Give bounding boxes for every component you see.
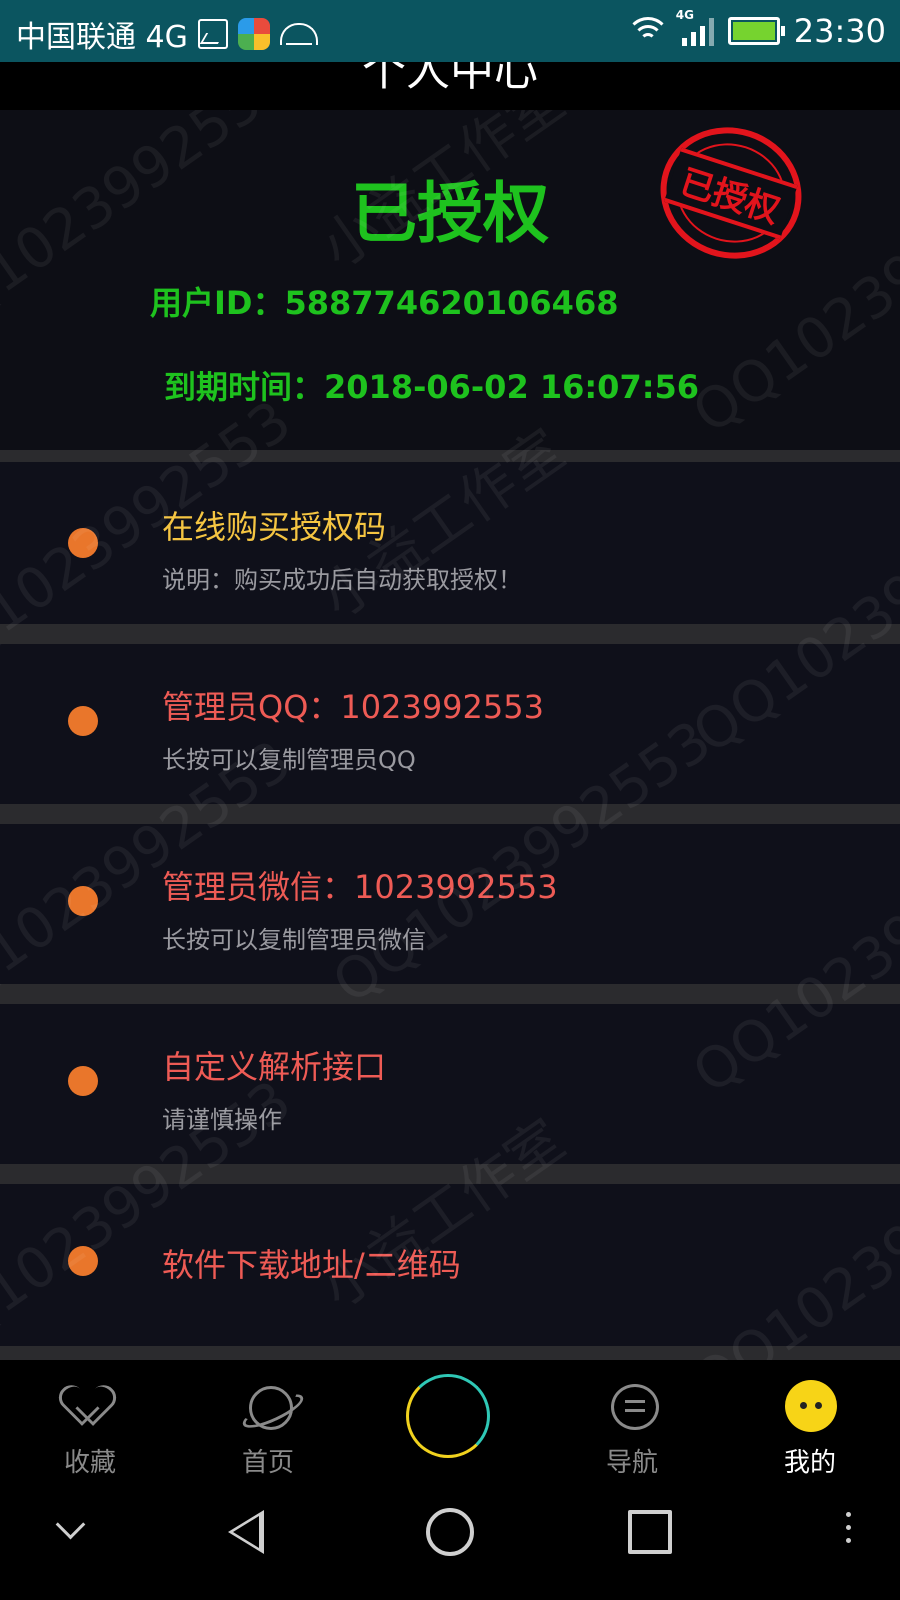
- user-id-label: 用户ID：: [150, 284, 285, 322]
- menu-item-title: 自定义解析接口: [162, 1048, 387, 1086]
- authorization-header: 已授权 已授权 用户ID：588774620106468 到期时间：2018-0…: [0, 109, 900, 450]
- menu-item-admin-wechat[interactable]: 管理员微信：1023992553 长按可以复制管理员微信: [0, 824, 900, 984]
- battery-icon: [727, 17, 785, 45]
- signal-icon: 4G: [676, 8, 714, 46]
- expire-label: 到期时间：: [164, 368, 325, 406]
- tab-favorites[interactable]: 收藏: [20, 1360, 160, 1480]
- tab-label: 首页: [241, 1448, 294, 1478]
- bullet-dot-icon: [68, 1246, 98, 1276]
- menu-item-custom-parse-api[interactable]: 自定义解析接口 请谨慎操作: [0, 1004, 900, 1164]
- network-badge: 4G: [675, 8, 694, 22]
- menu-item-download[interactable]: 软件下载地址/二维码: [0, 1184, 900, 1346]
- stamp-text: 已授权: [664, 147, 798, 239]
- tab-label: 我的: [783, 1448, 836, 1478]
- recent-apps-icon[interactable]: [628, 1510, 672, 1554]
- bullet-dot-icon: [68, 886, 98, 916]
- colorful-app-icon: [237, 18, 270, 50]
- status-bar-left: 中国联通 4G: [16, 12, 318, 56]
- status-bar-right: 4G 23:30: [625, 8, 886, 50]
- chevron-down-icon[interactable]: [55, 1509, 86, 1540]
- menu-item-subtitle: 请谨慎操作: [162, 1106, 282, 1134]
- face-icon: [785, 1380, 837, 1432]
- menu-item-subtitle: 说明：购买成功后自动获取授权！: [162, 566, 522, 594]
- tab-mine[interactable]: 我的: [740, 1360, 880, 1480]
- planet-icon: [243, 1380, 293, 1430]
- heart-icon: [65, 1380, 115, 1430]
- user-id-row: 用户ID：588774620106468: [150, 278, 618, 324]
- menu-item-title: 管理员QQ：1023992553: [162, 688, 544, 726]
- bullet-dot-icon: [68, 706, 98, 736]
- android-icon: [279, 23, 318, 45]
- divider: [0, 450, 900, 462]
- divider: [0, 1164, 900, 1184]
- divider: [0, 624, 900, 644]
- clock: 23:30: [793, 12, 886, 50]
- tab-home[interactable]: 首页: [198, 1360, 338, 1480]
- divider: [0, 1346, 900, 1360]
- menu-item-title: 软件下载地址/二维码: [162, 1246, 461, 1284]
- image-icon: [197, 19, 228, 49]
- home-icon[interactable]: [426, 1508, 474, 1556]
- tab-label: 收藏: [63, 1448, 116, 1478]
- menu-item-title: 管理员微信：1023992553: [162, 868, 558, 906]
- system-nav-bar: [0, 1480, 900, 1600]
- menu-item-admin-qq[interactable]: 管理员QQ：1023992553 长按可以复制管理员QQ: [0, 644, 900, 804]
- menu-item-subtitle: 长按可以复制管理员QQ: [162, 746, 416, 774]
- expire-row: 到期时间：2018-06-02 16:07:56: [164, 362, 699, 408]
- back-icon[interactable]: [228, 1510, 264, 1554]
- user-id-value: 588774620106468: [284, 284, 619, 322]
- divider: [0, 984, 900, 1004]
- tab-navigation[interactable]: 导航: [562, 1360, 702, 1480]
- title-bar: 个人中心: [0, 62, 900, 110]
- wifi-icon: [625, 15, 670, 47]
- carrier-label: 中国联通 4G: [16, 20, 188, 55]
- status-bar: 中国联通 4G 4G 23:30: [0, 0, 900, 62]
- menu-item-subtitle: 长按可以复制管理员微信: [162, 926, 426, 954]
- more-vertical-icon[interactable]: [846, 1512, 851, 1548]
- chat-list-icon: [607, 1380, 659, 1430]
- tab-label: 导航: [605, 1448, 658, 1478]
- menu-item-buy-license[interactable]: 在线购买授权码 说明：购买成功后自动获取授权！: [0, 462, 900, 624]
- bullet-dot-icon: [68, 528, 98, 558]
- expire-value: 2018-06-02 16:07:56: [324, 368, 700, 406]
- page-title: 个人中心: [362, 62, 538, 96]
- bullet-dot-icon: [68, 1066, 98, 1096]
- divider: [0, 804, 900, 824]
- center-ring-button[interactable]: [406, 1374, 490, 1458]
- menu-item-title: 在线购买授权码: [162, 508, 387, 546]
